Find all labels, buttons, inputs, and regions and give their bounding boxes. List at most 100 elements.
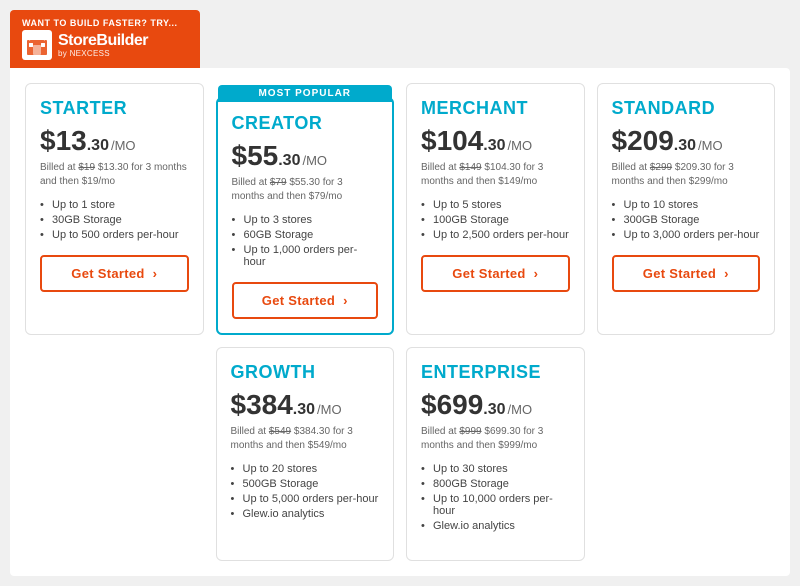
logo-icon [22,30,52,60]
plan-price-merchant: $104 .30 /MO [421,125,570,157]
feature-growth-3: Up to 5,000 orders per-hour [231,493,380,505]
plan-card-creator: MOST POPULAR CREATOR $55 .30 /MO Billed … [216,97,395,335]
plan-name-creator: CREATOR [232,113,379,134]
arrow-icon-merchant: › [534,266,539,281]
brand-name: StoreBuilder [58,33,148,49]
billing-strike-starter: $19 [78,162,95,173]
price-main-starter: $13 [40,125,87,157]
price-main-standard: $209 [612,125,674,157]
billing-after-starter: $13.30 for 3 months and then $19/mo [40,162,187,187]
feature-enterprise-2: 800GB Storage [421,478,570,490]
feature-creator-3: Up to 1,000 orders per-hour [232,244,379,268]
plan-price-growth: $384 .30 /MO [231,389,380,421]
plan-name-starter: STARTER [40,98,189,119]
feature-creator-1: Up to 3 stores [232,214,379,226]
billing-after-growth: $384.30 for 3 months and then $549/mo [231,426,353,451]
feature-starter-2: 30GB Storage [40,214,189,226]
billing-text-enterprise: Billed at $999 $699.30 for 3 months and … [421,425,570,453]
features-enterprise: Up to 30 stores 800GB Storage Up to 10,0… [421,463,570,532]
plan-card-standard: STANDARD $209 .30 /MO Billed at $299 $20… [597,83,776,335]
top-banner: WANT TO BUILD FASTER? TRY... StoreBuilde… [10,10,200,68]
get-started-standard[interactable]: Get Started › [612,255,761,292]
billing-text-creator: Billed at $79 $55.30 for 3 months and th… [232,176,379,204]
feature-growth-4: Glew.io analytics [231,508,380,520]
billing-strike-merchant: $149 [459,162,481,173]
price-cents-enterprise: .30 [483,401,505,419]
price-period-starter: /MO [111,138,136,153]
billing-after-enterprise: $699.30 for 3 months and then $999/mo [421,426,543,451]
top-banner-wrapper: WANT TO BUILD FASTER? TRY... StoreBuilde… [10,10,790,68]
top-plans-grid: STARTER $13 .30 /MO Billed at $19 $13.30… [25,83,775,335]
feature-standard-3: Up to 3,000 orders per-hour [612,229,761,241]
plan-card-growth: GROWTH $384 .30 /MO Billed at $549 $384.… [216,347,395,561]
feature-merchant-1: Up to 5 stores [421,199,570,211]
price-period-merchant: /MO [508,138,533,153]
feature-enterprise-1: Up to 30 stores [421,463,570,475]
arrow-icon-standard: › [724,266,729,281]
features-merchant: Up to 5 stores 100GB Storage Up to 2,500… [421,199,570,241]
billing-after-merchant: $104.30 for 3 months and then $149/mo [421,162,543,187]
features-starter: Up to 1 store 30GB Storage Up to 500 ord… [40,199,189,241]
price-period-standard: /MO [698,138,723,153]
main-content: STARTER $13 .30 /MO Billed at $19 $13.30… [10,68,790,576]
price-main-creator: $55 [232,140,279,172]
bottom-plans-grid: GROWTH $384 .30 /MO Billed at $549 $384.… [25,347,775,561]
price-cents-merchant: .30 [483,137,505,155]
price-period-creator: /MO [302,153,327,168]
plan-price-creator: $55 .30 /MO [232,140,379,172]
feature-merchant-2: 100GB Storage [421,214,570,226]
feature-growth-1: Up to 20 stores [231,463,380,475]
feature-enterprise-4: Glew.io analytics [421,520,570,532]
arrow-icon-creator: › [343,293,348,308]
plan-name-growth: GROWTH [231,362,380,383]
plan-card-starter: STARTER $13 .30 /MO Billed at $19 $13.30… [25,83,204,335]
feature-merchant-3: Up to 2,500 orders per-hour [421,229,570,241]
feature-creator-2: 60GB Storage [232,229,379,241]
plan-name-merchant: MERCHANT [421,98,570,119]
plan-price-standard: $209 .30 /MO [612,125,761,157]
get-started-starter[interactable]: Get Started › [40,255,189,292]
feature-enterprise-3: Up to 10,000 orders per-hour [421,493,570,517]
features-creator: Up to 3 stores 60GB Storage Up to 1,000 … [232,214,379,268]
billing-strike-growth: $549 [269,426,291,437]
plan-price-starter: $13 .30 /MO [40,125,189,157]
plan-name-standard: STANDARD [612,98,761,119]
price-main-growth: $384 [231,389,293,421]
features-growth: Up to 20 stores 500GB Storage Up to 5,00… [231,463,380,520]
plan-card-enterprise: ENTERPRISE $699 .30 /MO Billed at $999 $… [406,347,585,561]
get-started-merchant[interactable]: Get Started › [421,255,570,292]
billing-text-starter: Billed at $19 $13.30 for 3 months and th… [40,161,189,189]
price-cents-standard: .30 [674,137,696,155]
feature-starter-3: Up to 500 orders per-hour [40,229,189,241]
price-main-enterprise: $699 [421,389,483,421]
feature-standard-1: Up to 10 stores [612,199,761,211]
billing-text-merchant: Billed at $149 $104.30 for 3 months and … [421,161,570,189]
feature-starter-1: Up to 1 store [40,199,189,211]
billing-after-creator: $55.30 for 3 months and then $79/mo [232,177,343,202]
want-text: WANT TO BUILD FASTER? TRY... [22,18,188,28]
most-popular-badge: MOST POPULAR [218,85,393,102]
billing-strike-enterprise: $999 [459,426,481,437]
plan-price-enterprise: $699 .30 /MO [421,389,570,421]
price-cents-starter: .30 [87,137,109,155]
arrow-icon-starter: › [153,266,158,281]
plan-card-merchant: MERCHANT $104 .30 /MO Billed at $149 $10… [406,83,585,335]
by-nexcess: by NEXCESS [58,49,148,58]
price-cents-creator: .30 [278,152,300,170]
features-standard: Up to 10 stores 300GB Storage Up to 3,00… [612,199,761,241]
billing-strike-creator: $79 [270,177,287,188]
get-started-creator[interactable]: Get Started › [232,282,379,319]
storebuilder-logo: StoreBuilder by NEXCESS [22,30,188,60]
price-period-enterprise: /MO [508,402,533,417]
billing-after-standard: $209.30 for 3 months and then $299/mo [612,162,734,187]
billing-text-growth: Billed at $549 $384.30 for 3 months and … [231,425,380,453]
feature-standard-2: 300GB Storage [612,214,761,226]
price-main-merchant: $104 [421,125,483,157]
billing-text-standard: Billed at $299 $209.30 for 3 months and … [612,161,761,189]
price-cents-growth: .30 [293,401,315,419]
price-period-growth: /MO [317,402,342,417]
logo-text: StoreBuilder by NEXCESS [58,33,148,58]
billing-strike-standard: $299 [650,162,672,173]
feature-growth-2: 500GB Storage [231,478,380,490]
plan-name-enterprise: ENTERPRISE [421,362,570,383]
